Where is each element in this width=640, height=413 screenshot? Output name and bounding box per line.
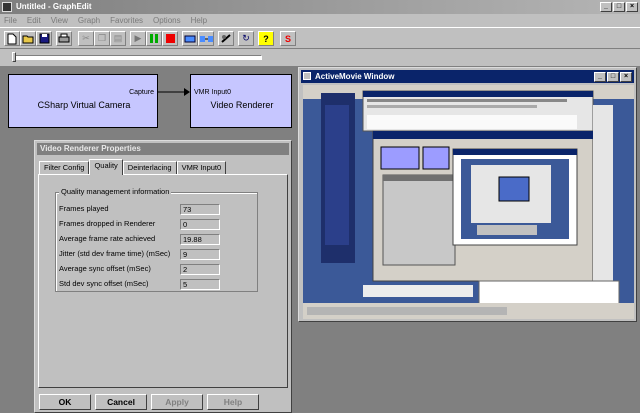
- video-frame: [303, 85, 634, 319]
- tab-vmr-input0[interactable]: VMR Input0: [176, 161, 227, 175]
- row-label: Average sync offset (mSec): [59, 264, 151, 273]
- activemovie-icon[interactable]: [303, 72, 311, 80]
- minimize-button[interactable]: _: [594, 72, 606, 82]
- seek-thumb[interactable]: [12, 52, 16, 62]
- video-renderer-properties-dialog: Video Renderer Properties Filter Config …: [34, 140, 292, 413]
- toolbar: ✂ ❐ ▤ ▶ ↻ ? S: [0, 27, 640, 49]
- filter-icon[interactable]: [182, 31, 198, 46]
- maximize-button[interactable]: □: [607, 72, 619, 82]
- save-icon[interactable]: [36, 31, 52, 46]
- menu-options[interactable]: Options: [153, 14, 181, 27]
- copy-icon[interactable]: ❐: [94, 31, 110, 46]
- connection-arrow: [158, 88, 190, 96]
- minimize-button[interactable]: _: [600, 2, 612, 12]
- seek-bar-row: [0, 49, 640, 67]
- recursive-desktop-capture: [303, 85, 634, 319]
- frames-played-value: 73: [180, 204, 220, 215]
- open-icon[interactable]: [20, 31, 36, 46]
- tab-quality[interactable]: Quality: [89, 159, 123, 175]
- ok-button[interactable]: OK: [39, 394, 91, 410]
- connect-icon[interactable]: [198, 31, 214, 46]
- jitter-value: 9: [180, 249, 220, 260]
- menu-bar: File Edit View Graph Favorites Options H…: [0, 14, 640, 27]
- seek-icon[interactable]: [218, 31, 234, 46]
- close-button[interactable]: ×: [620, 72, 632, 82]
- properties-tabs: Filter Config Quality Deinterlacing VMR …: [39, 159, 227, 175]
- paste-icon[interactable]: ▤: [110, 31, 126, 46]
- filter-name: Video Renderer: [210, 100, 274, 110]
- filter-csharp-virtual-camera[interactable]: Capture CSharp Virtual Camera: [8, 74, 158, 128]
- close-button[interactable]: ×: [626, 2, 638, 12]
- menu-favorites[interactable]: Favorites: [110, 14, 143, 27]
- seek-track[interactable]: [12, 55, 262, 60]
- frames-dropped-value: 0: [180, 219, 220, 230]
- maximize-button[interactable]: □: [613, 2, 625, 12]
- new-icon[interactable]: [4, 31, 20, 46]
- window-controls: _ □ ×: [600, 2, 638, 12]
- menu-edit[interactable]: Edit: [27, 14, 41, 27]
- std-dev-sync-offset-value: 5: [180, 279, 220, 290]
- properties-title: Video Renderer Properties: [37, 143, 289, 155]
- menu-file[interactable]: File: [4, 14, 17, 27]
- filter-video-renderer[interactable]: VMR Input0 Video Renderer: [190, 74, 292, 128]
- app-title: Untitled - GraphEdit: [16, 2, 92, 11]
- filter-name: CSharp Virtual Camera: [37, 100, 131, 110]
- cancel-button[interactable]: Cancel: [95, 394, 147, 410]
- stop-icon[interactable]: [162, 31, 178, 46]
- row-label: Average frame rate achieved: [59, 234, 156, 243]
- print-icon[interactable]: [56, 31, 72, 46]
- play-icon[interactable]: ▶: [130, 31, 146, 46]
- menu-help[interactable]: Help: [191, 14, 207, 27]
- pin-vmr-input0[interactable]: VMR Input0: [194, 89, 231, 96]
- activemovie-title: ActiveMovie Window: [301, 70, 634, 83]
- pin-capture[interactable]: Capture: [129, 89, 154, 96]
- row-label: Frames dropped in Renderer: [59, 219, 156, 228]
- refresh-icon[interactable]: ↻: [238, 31, 254, 46]
- help-button[interactable]: Help: [207, 394, 259, 410]
- cut-icon[interactable]: ✂: [78, 31, 94, 46]
- activemovie-window-controls: _ □ ×: [594, 72, 632, 82]
- avg-sync-offset-value: 2: [180, 264, 220, 275]
- graphedit-app-icon[interactable]: [2, 2, 12, 12]
- tab-filter-config[interactable]: Filter Config: [39, 161, 90, 175]
- tab-deinterlacing[interactable]: Deinterlacing: [122, 161, 177, 175]
- s-icon[interactable]: S: [280, 31, 296, 46]
- apply-button[interactable]: Apply: [151, 394, 203, 410]
- row-label: Frames played: [59, 204, 109, 213]
- group-label: Quality management information: [59, 187, 172, 196]
- pause-icon[interactable]: [146, 31, 162, 46]
- row-label: Jitter (std dev frame time) (mSec): [59, 249, 171, 258]
- activemovie-window: ActiveMovie Window _ □ ×: [298, 67, 637, 322]
- row-label: Std dev sync offset (mSec): [59, 279, 149, 288]
- menu-view[interactable]: View: [51, 14, 68, 27]
- avg-frame-rate-value: 19.88: [180, 234, 220, 245]
- app-titlebar: Untitled - GraphEdit: [0, 0, 640, 14]
- help-icon[interactable]: ?: [258, 31, 274, 46]
- menu-graph[interactable]: Graph: [78, 14, 100, 27]
